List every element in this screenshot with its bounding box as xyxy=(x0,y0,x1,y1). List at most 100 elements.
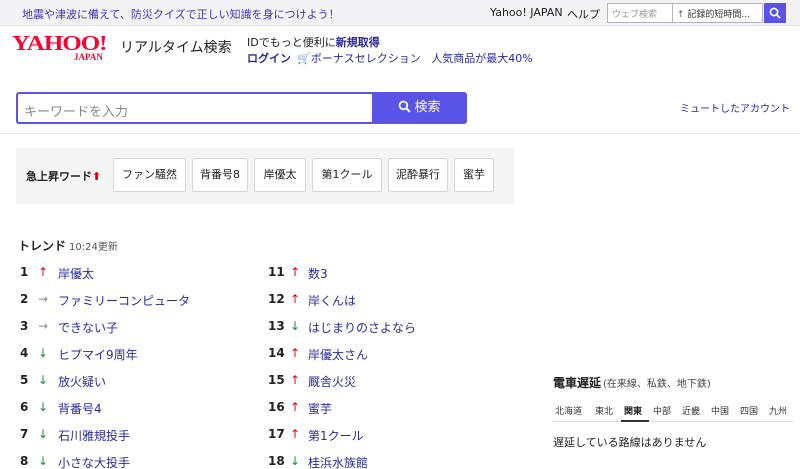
arrow-down-icon: ↓ xyxy=(290,319,301,333)
trend-row[interactable]: 11 ↑ 数3 xyxy=(268,265,498,285)
bonus-link[interactable]: ボーナスセレクション xyxy=(311,52,421,65)
trend-keyword[interactable]: 第1クール xyxy=(308,427,364,444)
trend-keyword[interactable]: 背番号4 xyxy=(58,400,102,417)
tab-chugoku[interactable]: 中国 xyxy=(711,404,729,417)
divider xyxy=(0,133,800,134)
rising-word-chip[interactable]: 蜜芋 xyxy=(454,158,494,192)
trend-rank: 12 xyxy=(268,292,285,306)
yahoo-logo[interactable]: YAHOO! JAPAN xyxy=(12,30,124,66)
trend-rank: 7 xyxy=(20,427,29,441)
active-tab-indicator xyxy=(621,420,649,422)
train-delay-subtitle: (在来線、私鉄、地下鉄) xyxy=(603,379,711,390)
search-button-label: 検索 xyxy=(414,100,441,115)
arrow-up-icon: ↑ xyxy=(290,292,301,306)
trend-keyword[interactable]: 石川雅規投手 xyxy=(58,427,130,444)
muted-accounts-link[interactable]: ミュートしたアカウント xyxy=(680,100,790,115)
trend-keyword[interactable]: 桂浜水族館 xyxy=(308,454,368,469)
trend-heading: トレンド 10:24更新 xyxy=(18,237,118,254)
trend-title: トレンド xyxy=(18,239,67,253)
trend-keyword[interactable]: 岸優太さん xyxy=(308,346,368,363)
rising-word-chip[interactable]: ファン騒然 xyxy=(113,158,186,192)
trend-keyword[interactable]: 厩舎火災 xyxy=(308,373,356,390)
trend-row[interactable]: 14 ↑ 岸優太さん xyxy=(268,346,498,366)
trend-rank: 18 xyxy=(268,454,285,468)
tab-tohoku[interactable]: 東北 xyxy=(595,404,613,417)
train-delay-title: 電車遅延 (在来線、私鉄、地下鉄) xyxy=(553,374,793,391)
trend-row[interactable]: 12 ↑ 岸くんは xyxy=(268,292,498,312)
rising-word-chip[interactable]: 泥酔暴行 xyxy=(388,158,448,192)
rising-words-title-text: 急上昇ワード xyxy=(26,170,92,183)
trend-row[interactable]: 5 ↓ 放火疑い xyxy=(20,373,250,393)
rising-word-chip[interactable]: 第1クール xyxy=(312,158,382,192)
yahoo-japan-link[interactable]: Yahoo! JAPAN xyxy=(490,6,563,19)
top-bar: 地震や津波に備えて、防災クイズで正しい知識を身につけよう！ Yahoo! JAP… xyxy=(0,0,800,26)
trend-row[interactable]: 1 ↑ 岸優太 xyxy=(20,265,250,285)
trend-rank: 14 xyxy=(268,346,285,360)
tab-kyushu[interactable]: 九州 xyxy=(769,404,787,417)
tab-kinki[interactable]: 近畿 xyxy=(682,404,700,417)
trend-row[interactable]: 18 ↓ 桂浜水族館 xyxy=(268,454,498,469)
trend-rank: 2 xyxy=(20,292,29,306)
search-icon xyxy=(399,100,412,113)
region-tabs: 北海道 東北 関東 中部 近畿 中国 四国 九州 xyxy=(553,400,793,422)
trend-rank: 11 xyxy=(268,265,285,279)
trend-rank: 13 xyxy=(268,319,285,333)
trend-row[interactable]: 7 ↓ 石川雅規投手 xyxy=(20,427,250,447)
login-link[interactable]: ログイン xyxy=(247,52,291,65)
trend-row[interactable]: 16 ↑ 蜜芋 xyxy=(268,400,498,420)
top-search-button[interactable] xyxy=(764,3,786,23)
cart-icon: 🛒 xyxy=(297,52,311,65)
trend-row[interactable]: 15 ↑ 厩舎火災 xyxy=(268,373,498,393)
trend-row[interactable]: 8 ↓ 小さな大投手 xyxy=(20,454,250,469)
train-delay-title-text: 電車遅延 xyxy=(553,376,602,390)
trend-keyword[interactable]: はじまりのさよなら xyxy=(308,319,416,336)
id-promo-text: IDでもっと便利に xyxy=(247,36,336,49)
trend-row[interactable]: 17 ↑ 第1クール xyxy=(268,427,498,447)
id-promo: IDでもっと便利に新規取得 xyxy=(247,34,380,50)
rising-word-chip[interactable]: 背番号8 xyxy=(192,158,248,192)
trend-keyword[interactable]: ファミリーコンピュータ xyxy=(58,292,190,309)
rising-words-panel: 急上昇ワード⬆ ファン騒然 背番号8 岸優太 第1クール 泥酔暴行 蜜芋 xyxy=(16,148,514,204)
arrow-up-icon: ↑ xyxy=(290,346,301,360)
service-name[interactable]: リアルタイム検索 xyxy=(120,37,232,57)
help-link[interactable]: ヘルプ xyxy=(567,6,600,22)
arrow-right-icon: → xyxy=(38,292,49,306)
trend-row[interactable]: 3 → できない子 xyxy=(20,319,250,339)
train-delay-panel: 電車遅延 (在来線、私鉄、地下鉄) 北海道 東北 関東 中部 近畿 中国 四国 九… xyxy=(553,374,793,449)
trend-keyword[interactable]: できない子 xyxy=(58,319,118,336)
disaster-quiz-link[interactable]: 地震や津波に備えて、防災クイズで正しい知識を身につけよう！ xyxy=(22,6,340,22)
trend-keyword[interactable]: ヒプマイ9周年 xyxy=(58,346,138,363)
popular-link[interactable]: 人気商品が最大40% xyxy=(431,52,532,65)
trend-keyword[interactable]: 放火疑い xyxy=(58,373,106,390)
trend-keyword[interactable]: 岸優太 xyxy=(58,265,94,282)
arrow-up-icon: ↑ xyxy=(290,400,301,414)
trend-keyword[interactable]: 岸くんは xyxy=(308,292,356,309)
trend-keyword[interactable]: 数3 xyxy=(308,265,328,282)
trend-keyword[interactable]: 蜜芋 xyxy=(308,400,332,417)
rising-words-title: 急上昇ワード⬆ xyxy=(26,168,101,184)
trend-row[interactable]: 13 ↓ はじまりのさよなら xyxy=(268,319,498,339)
arrow-down-icon: ↓ xyxy=(38,427,49,441)
trend-rank: 5 xyxy=(20,373,29,387)
trend-rank: 1 xyxy=(20,265,29,279)
search-button[interactable]: 検索 xyxy=(372,92,467,124)
web-search-input[interactable]: ウェブ検索 xyxy=(607,3,673,23)
trend-keyword[interactable]: 小さな大投手 xyxy=(58,454,130,469)
trend-row[interactable]: 4 ↓ ヒプマイ9周年 xyxy=(20,346,250,366)
trend-rank: 4 xyxy=(20,346,29,360)
tab-kanto[interactable]: 関東 xyxy=(624,404,642,417)
arrow-down-icon: ↓ xyxy=(38,346,49,360)
trend-rank: 6 xyxy=(20,400,29,414)
trend-rank: 15 xyxy=(268,373,285,387)
tab-chubu[interactable]: 中部 xyxy=(653,404,671,417)
arrow-up-icon: ↑ xyxy=(290,427,301,441)
rising-word-chip[interactable]: 岸優太 xyxy=(254,158,306,192)
trend-search-input[interactable]: ↑ 記録的短時間... xyxy=(673,3,763,23)
trend-row[interactable]: 2 → ファミリーコンピュータ xyxy=(20,292,250,312)
signup-link[interactable]: 新規取得 xyxy=(336,36,380,49)
tab-shikoku[interactable]: 四国 xyxy=(740,404,758,417)
trend-row[interactable]: 6 ↓ 背番号4 xyxy=(20,400,250,420)
tab-hokkaido[interactable]: 北海道 xyxy=(555,404,582,417)
keyword-search-input[interactable]: キーワードを入力 xyxy=(16,92,372,124)
arrow-right-icon: → xyxy=(38,319,49,333)
